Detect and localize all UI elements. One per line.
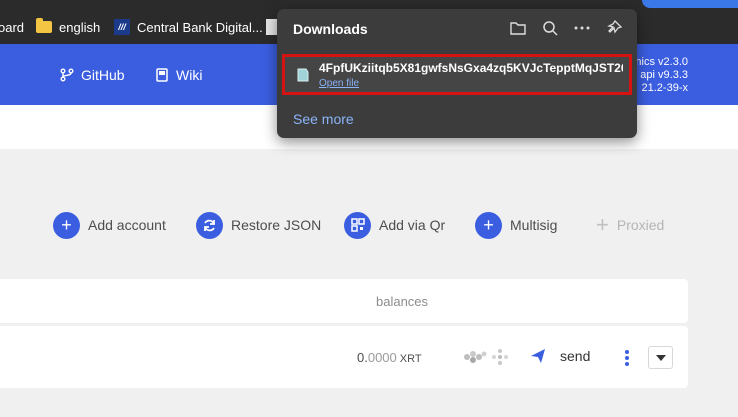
download-filename: 4FpfUKziitqb5X81gwfsNsGxa4zq5KVJcTepptMq… bbox=[319, 61, 623, 75]
sync-icon bbox=[196, 211, 223, 239]
balance-decimals: 0000 bbox=[367, 350, 397, 365]
restore-json-button[interactable]: Restore JSON bbox=[196, 211, 321, 239]
expand-row-button[interactable] bbox=[648, 346, 673, 369]
add-account-button[interactable]: + Add account bbox=[53, 211, 166, 239]
restore-json-label: Restore JSON bbox=[231, 217, 322, 233]
identicon-icon bbox=[464, 351, 487, 363]
bookmark-dashboard[interactable]: oard bbox=[0, 10, 24, 44]
github-icon bbox=[60, 68, 74, 81]
book-icon bbox=[156, 67, 168, 82]
balance-integer: 0. bbox=[357, 350, 368, 365]
balance-unit: XRT bbox=[399, 353, 422, 365]
downloads-panel: Downloads 4FpfUKziitqb5X81gwfsNsGxa4zq5K… bbox=[277, 9, 637, 138]
file-icon bbox=[297, 68, 309, 82]
bookmark-english[interactable]: english bbox=[36, 10, 100, 44]
send-button[interactable]: send bbox=[530, 348, 590, 364]
version-line: nics v2.3.0 bbox=[635, 56, 688, 68]
paper-plane-icon bbox=[531, 349, 545, 363]
more-options-icon[interactable] bbox=[625, 350, 629, 366]
plus-icon: + bbox=[53, 211, 80, 239]
plus-icon: + bbox=[475, 211, 502, 239]
profile-button[interactable] bbox=[642, 0, 738, 8]
see-more-link[interactable]: See more bbox=[293, 111, 354, 127]
send-label: send bbox=[560, 348, 591, 364]
github-link[interactable]: GitHub bbox=[60, 44, 125, 105]
multisig-button[interactable]: + Multisig bbox=[475, 211, 557, 239]
search-icon[interactable] bbox=[541, 19, 559, 37]
add-account-label: Add account bbox=[88, 217, 166, 233]
identicon-icon bbox=[492, 349, 508, 365]
bookmark-label: Central Bank Digital... bbox=[137, 19, 263, 35]
download-item[interactable]: 4FpfUKziitqb5X81gwfsNsGxa4zq5KVJcTepptMq… bbox=[282, 54, 632, 95]
version-info: nics v2.3.0 api v9.3.3 21.2-39-x bbox=[635, 56, 688, 95]
proxied-label: Proxied bbox=[616, 217, 665, 233]
plus-icon: + bbox=[596, 212, 609, 237]
accounts-table-header: balances bbox=[0, 279, 688, 323]
open-file-link[interactable]: Open file bbox=[319, 78, 359, 89]
cbdc-icon: /// bbox=[114, 19, 130, 35]
qr-icon bbox=[344, 211, 371, 239]
wiki-label: Wiki bbox=[176, 66, 203, 83]
pin-icon[interactable] bbox=[605, 19, 623, 37]
downloads-toolbar bbox=[509, 19, 623, 37]
version-line: api v9.3.3 bbox=[640, 69, 688, 81]
wiki-link[interactable]: Wiki bbox=[155, 44, 202, 105]
table-row: 0.0000 XRT send bbox=[0, 326, 688, 388]
downloads-title: Downloads bbox=[293, 21, 368, 37]
proxied-button[interactable]: + Proxied bbox=[596, 211, 664, 239]
more-icon[interactable] bbox=[573, 19, 591, 37]
version-line: 21.2-39-x bbox=[641, 82, 688, 94]
balances-column-header: balances bbox=[376, 294, 429, 309]
github-label: GitHub bbox=[81, 66, 125, 83]
bookmark-cbdc[interactable]: /// Central Bank Digital... bbox=[114, 10, 263, 44]
folder-icon[interactable] bbox=[509, 19, 527, 37]
add-via-qr-label: Add via Qr bbox=[379, 217, 446, 233]
bookmark-label: english bbox=[59, 19, 101, 35]
add-via-qr-button[interactable]: Add via Qr bbox=[344, 211, 445, 239]
folder-icon bbox=[36, 18, 52, 33]
account-balance: 0.0000 XRT bbox=[357, 350, 422, 365]
multisig-label: Multisig bbox=[510, 217, 558, 233]
bookmark-label: oard bbox=[0, 19, 25, 35]
